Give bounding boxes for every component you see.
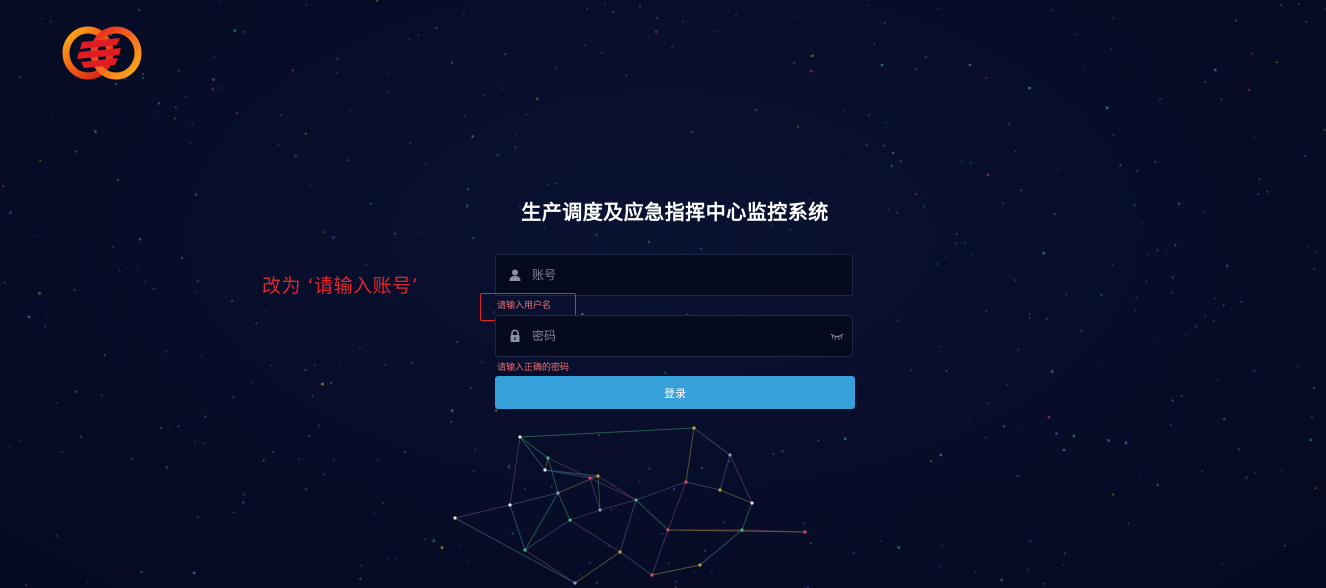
annotation-note: 改为 ‘请输入账号’: [262, 275, 419, 297]
lock-icon: [510, 329, 520, 342]
password-input[interactable]: [532, 316, 812, 356]
username-input[interactable]: [532, 255, 812, 295]
eye-closed-icon[interactable]: [830, 331, 844, 341]
login-button[interactable]: 登录: [495, 376, 855, 409]
password-error: 请输入正确的密码: [497, 363, 570, 373]
user-icon: [509, 269, 521, 281]
username-field[interactable]: [495, 254, 853, 296]
company-logo-icon: [62, 26, 142, 80]
login-page: 生产调度及应急指挥中心监控系统 改为 ‘请输入账号’ 请输入用户名 请输入正确的…: [0, 0, 1326, 588]
page-title: 生产调度及应急指挥中心监控系统: [521, 200, 829, 224]
password-field[interactable]: [495, 315, 853, 357]
